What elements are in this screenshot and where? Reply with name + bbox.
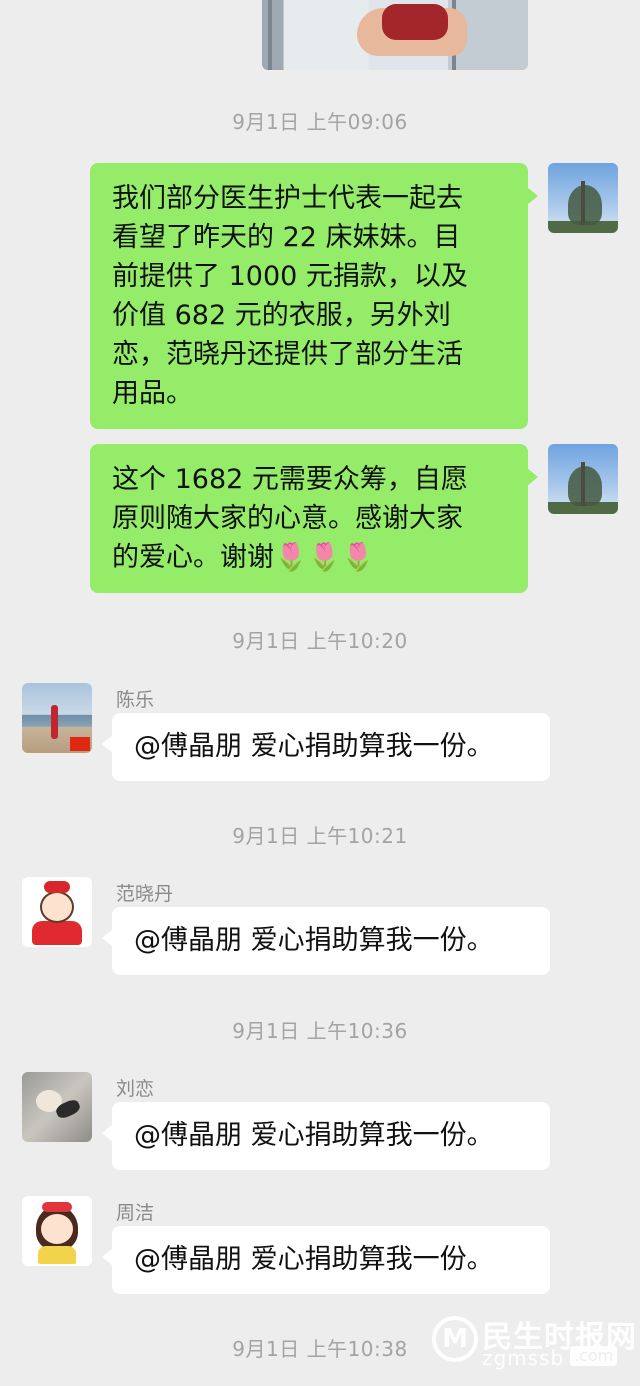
timestamp: 9月1日 上午10:21 xyxy=(232,824,408,848)
timestamp: 9月1日 上午10:20 xyxy=(232,629,408,653)
flag-icon xyxy=(70,737,90,751)
avatar-bow xyxy=(42,1202,72,1212)
avatar-self[interactable] xyxy=(548,444,618,514)
avatar-face xyxy=(41,1214,73,1244)
message-line: 这个 1682 元需要众筹，自愿 xyxy=(112,464,468,495)
message-line: 前提供了 1000 元捐款，以及 xyxy=(112,261,468,292)
incoming-message-bubble[interactable]: @傅晶朋 爱心捐助算我一份。 xyxy=(102,907,550,975)
sender-nickname: 刘恋 xyxy=(116,1078,155,1100)
avatar-body xyxy=(32,921,82,945)
message-line: 看望了昨天的 22 床妹妹。目 xyxy=(112,222,461,253)
incoming-message-bubble[interactable]: @傅晶朋 爱心捐助算我一份。 xyxy=(102,1102,550,1170)
bed-rail xyxy=(268,0,272,70)
avatar-zhoujie[interactable] xyxy=(22,1196,92,1266)
avatar-chenle[interactable] xyxy=(22,683,92,753)
avatar-liulian[interactable] xyxy=(22,1072,92,1142)
photo-subject-clothing xyxy=(382,4,448,40)
image-message-thumbnail[interactable] xyxy=(262,0,528,70)
message-line: 价值 682 元的衣服，另外刘 xyxy=(112,300,451,331)
outgoing-message-bubble[interactable]: 这个 1682 元需要众筹，自愿 原则随大家的心意。感谢大家 的爱心。谢谢🌷🌷🌷 xyxy=(90,444,538,593)
message-line: 我们部分医生护士代表一起去 xyxy=(112,183,463,214)
timestamp: 9月1日 上午09:06 xyxy=(232,110,408,134)
sender-nickname: 周洁 xyxy=(116,1202,155,1224)
watermark-tld: .com xyxy=(570,1346,618,1366)
tulip-emoji: 🌷🌷🌷 xyxy=(274,542,375,573)
watermark-domain: zgmssb xyxy=(482,1346,565,1370)
avatar-face xyxy=(40,891,74,923)
avatar-tree xyxy=(568,185,602,225)
avatar-body xyxy=(38,1246,76,1264)
outgoing-message-bubble[interactable]: 我们部分医生护士代表一起去 看望了昨天的 22 床妹妹。目 前提供了 1000 … xyxy=(90,163,538,429)
message-line: 用品。 xyxy=(112,378,193,409)
avatar-self[interactable] xyxy=(548,163,618,233)
avatar-tree xyxy=(568,466,602,506)
watermark-logo: M xyxy=(432,1316,478,1362)
message-line: 恋，范晓丹还提供了部分生活 xyxy=(112,339,463,370)
avatar-fanxiaodan[interactable] xyxy=(22,877,92,947)
avatar-bow xyxy=(44,881,70,893)
incoming-message-bubble[interactable]: @傅晶朋 爱心捐助算我一份。 xyxy=(102,713,550,781)
sender-nickname: 陈乐 xyxy=(116,689,155,711)
message-line: 的爱心。谢谢🌷🌷🌷 xyxy=(112,538,506,577)
message-text: 的爱心。谢谢 xyxy=(112,542,274,573)
sender-nickname: 范晓丹 xyxy=(116,883,174,905)
avatar-figure xyxy=(51,705,58,739)
avatar-tree-trunk xyxy=(581,462,585,506)
message-line: 原则随大家的心意。感谢大家 xyxy=(112,503,463,534)
incoming-message-bubble[interactable]: @傅晶朋 爱心捐助算我一份。 xyxy=(102,1226,550,1294)
avatar-tree-trunk xyxy=(581,181,585,225)
timestamp: 9月1日 上午10:36 xyxy=(232,1019,408,1043)
